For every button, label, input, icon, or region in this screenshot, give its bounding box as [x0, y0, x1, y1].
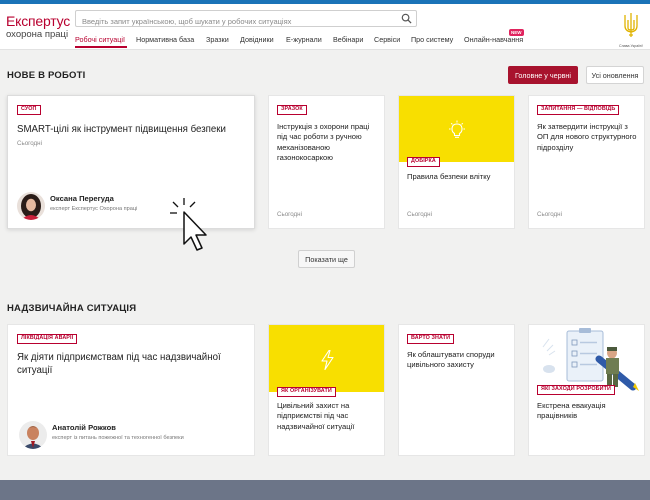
article-card-shelters[interactable]: ВАРТО ЗНАТИ Як облаштувати споруди цивіл… [398, 324, 515, 456]
footer-bar [0, 480, 650, 500]
emblem-caption: Слава Україні! [618, 44, 644, 48]
card-title: Цивільний захист на підприємстві під час… [277, 401, 355, 431]
card-badge: ЯКІ ЗАХОДИ РОЗРОБИТИ [537, 385, 615, 395]
author-name: Оксана Перегуда [50, 194, 114, 203]
author-name: Анатолій Рожков [52, 423, 116, 432]
logo-brand: Експертус [6, 13, 71, 29]
tab-normative-base[interactable]: Нормативна база [136, 35, 194, 44]
author-role: експерт Експертус Охорона праці [50, 206, 138, 212]
main-in-june-button[interactable]: Головне у червні [508, 66, 578, 84]
card-image [399, 96, 514, 162]
lightbulb-icon [449, 120, 465, 138]
all-updates-button[interactable]: Усі оновлення [586, 66, 644, 84]
card-title: Екстрена евакуація працівників [537, 401, 606, 421]
article-card-civil-protection[interactable]: ЯК ОРГАНІЗУВАТИ Цивільний захист на підп… [268, 324, 385, 456]
section-title-new: НОВЕ В РОБОТІ [7, 70, 86, 81]
card-badge: ВАРТО ЗНАТИ [407, 334, 455, 344]
author-role: експерт із питань пожежної та техногенно… [52, 435, 184, 441]
card-title: Як облаштувати споруди цивільного захист… [407, 350, 495, 370]
card-title: Як затвердити інструкції з ОП для нового… [537, 122, 637, 152]
avatar [19, 421, 47, 449]
card-title: Інструкція з охорони праці під час робот… [277, 122, 370, 163]
card-title: Правила безпеки влітку [407, 172, 491, 181]
search-box [75, 10, 417, 29]
card-date: Сьогодні [537, 211, 562, 218]
tab-e-journals[interactable]: Е-журнали [286, 35, 322, 44]
tab-reference[interactable]: Довідники [240, 35, 274, 44]
tab-services[interactable]: Сервіси [374, 35, 400, 44]
article-card-emergency-actions[interactable]: ЛІКВІДАЦІЯ АВАРІЇ Як діяти підприємствам… [7, 324, 255, 456]
lightning-icon [321, 350, 334, 370]
card-badge: ЛІКВІДАЦІЯ АВАРІЇ [17, 334, 78, 344]
card-image [269, 325, 384, 392]
trident-icon [624, 13, 638, 37]
article-card-evacuation[interactable]: ЯКІ ЗАХОДИ РОЗРОБИТИ Екстрена евакуація … [528, 324, 645, 456]
card-badge: ДОБІРКА [407, 157, 440, 167]
tab-about[interactable]: Про систему [411, 35, 453, 44]
new-badge: NEW [509, 29, 524, 36]
tab-webinars[interactable]: Вебінари [333, 35, 363, 44]
show-more-button[interactable]: Показати ще [298, 250, 355, 268]
section-title-emergency: НАДЗВИЧАЙНА СИТУАЦІЯ [7, 303, 137, 314]
tab-work-situations[interactable]: Робочі ситуації [75, 35, 125, 44]
card-title: Як діяти підприємствам під час надзвичай… [17, 352, 221, 377]
article-card-smart-goals[interactable]: СУОП SMART-цілі як інструмент підвищення… [7, 95, 255, 229]
article-card-summer-safety[interactable]: ДОБІРКА Правила безпеки влітку Сьогодні [398, 95, 515, 229]
site-header: Експертус охорона праці Робочі ситуації … [0, 4, 650, 50]
article-card-instruction[interactable]: ЗРАЗОК Інструкція з охорони праці під ча… [268, 95, 385, 229]
logo-subtitle: охорона праці [6, 29, 69, 40]
pointer-cursor-icon [170, 198, 207, 251]
card-badge: СУОП [17, 105, 41, 115]
active-tab-underline [75, 46, 127, 48]
card-date: Сьогодні [277, 211, 302, 218]
card-date: Сьогодні [407, 211, 432, 218]
card-title: SMART-цілі як інструмент підвищення безп… [17, 124, 226, 135]
search-input[interactable] [76, 14, 394, 29]
article-card-approve-instructions[interactable]: ЗАПИТАННЯ — ВІДПОВІДЬ Як затвердити інст… [528, 95, 645, 229]
card-badge: ЗРАЗОК [277, 105, 307, 115]
avatar [17, 192, 45, 220]
evacuation-illustration [529, 325, 644, 391]
search-icon[interactable] [401, 13, 412, 24]
site-logo[interactable]: Експертус охорона праці [6, 14, 70, 40]
tab-samples[interactable]: Зразки [206, 35, 229, 44]
emblem: Слава Україні! [618, 12, 644, 48]
card-badge: ЗАПИТАННЯ — ВІДПОВІДЬ [537, 105, 620, 115]
card-date: Сьогодні [17, 140, 42, 147]
tab-online-learning[interactable]: Онлайн-навчання [464, 35, 523, 44]
card-badge: ЯК ОРГАНІЗУВАТИ [277, 387, 336, 397]
